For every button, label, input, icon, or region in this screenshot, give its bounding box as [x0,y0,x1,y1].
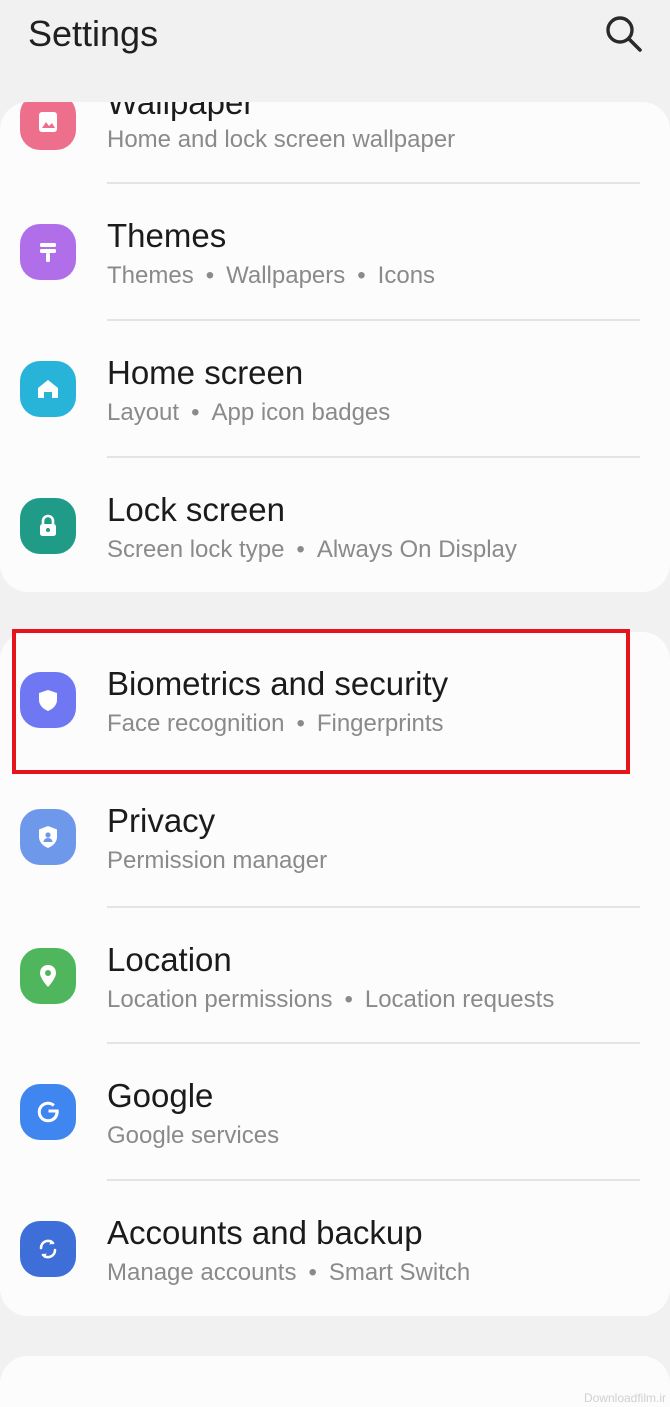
page-title: Settings [28,13,159,54]
subtitle-part: Google services [107,1122,280,1149]
themes-icon [20,224,76,280]
app-header: Settings [0,0,670,100]
setting-label: Google [107,1077,214,1114]
subtitle-part: App icon badges [211,399,391,426]
setting-item-biometrics[interactable]: Biometrics and security Face recognition… [0,632,670,768]
subtitle-part: Location permissions [107,986,333,1013]
separator-dot: • [357,262,366,289]
settings-group-next [0,1356,670,1407]
separator-dot: • [205,262,215,289]
setting-subtitle: Face recognition • Fingerprints [107,709,444,739]
setting-item-location[interactable]: Location Location permissions • Location r… [0,908,670,1044]
separator-dot: • [344,986,353,1013]
setting-label: Lock screen [107,491,285,528]
separator-dot: • [296,710,305,737]
subtitle-part: Screen lock type [107,536,285,563]
setting-item-wallpaper[interactable]: Wallpaper Home and lock screen wallpaper [0,102,670,190]
setting-label: Themes [107,217,227,254]
home-icon [20,361,76,417]
setting-item-privacy[interactable]: Privacy Permission manager [0,769,670,905]
privacy-icon [20,809,76,865]
watermark: Downloadfilm.ir [583,1391,666,1405]
setting-label: Wallpaper [107,102,255,121]
setting-subtitle: Layout • App icon badges [107,398,390,428]
subtitle-part: Manage accounts [107,1259,297,1286]
setting-subtitle: Themes • Wallpapers • Icons [107,261,435,291]
setting-item-lock-screen[interactable]: Lock screen Screen lock type • Always On D… [0,458,670,592]
search-button[interactable] [602,12,646,56]
shield-icon [20,672,76,728]
separator-dot: • [191,399,200,426]
subtitle-part: Home and lock screen wallpaper [107,126,456,153]
setting-label: Accounts and backup [107,1214,423,1251]
google-icon [20,1084,76,1140]
setting-subtitle: Home and lock screen wallpaper [107,125,455,155]
subtitle-part: Location requests [364,986,555,1013]
setting-subtitle: Screen lock type • Always On Display [107,535,517,565]
setting-subtitle: Permission manager [107,846,327,876]
wallpaper-icon [20,102,76,150]
setting-subtitle: Manage accounts • Smart Switch [107,1258,470,1288]
setting-label: Home screen [107,354,304,391]
subtitle-part: Always On Display [316,536,517,563]
separator-dot: • [308,1259,317,1286]
sync-icon [20,1221,76,1277]
subtitle-part: Layout [107,399,180,426]
setting-item-themes[interactable]: Themes Themes • Wallpapers • Icons [0,184,670,320]
setting-item-google[interactable]: Google Google services [0,1044,670,1180]
settings-group-display: Wallpaper Home and lock screen wallpaper… [0,102,670,592]
setting-label: Location [107,941,232,978]
subtitle-part: Icons [377,262,436,289]
subtitle-part: Wallpapers [226,262,346,289]
separator-dot: • [296,536,305,563]
subtitle-part: Themes [107,262,194,289]
setting-item-home-screen[interactable]: Home screen Layout • App icon badges [0,321,670,457]
subtitle-part: Fingerprints [316,710,444,737]
settings-group-security: Biometrics and security Face recognition… [0,632,670,1316]
subtitle-part: Smart Switch [328,1259,471,1286]
subtitle-part: Face recognition [107,710,285,737]
location-pin-icon [20,948,76,1004]
lock-icon [20,498,76,554]
setting-item-accounts[interactable]: Accounts and backup Manage accounts • Smar… [0,1181,670,1316]
settings-screen: Settings Wallpaper Home and lock screen … [0,0,670,1407]
setting-subtitle: Google services [107,1121,279,1151]
setting-label: Biometrics and security [107,665,449,702]
search-icon [606,16,642,52]
subtitle-part: Permission manager [107,847,328,874]
setting-label: Privacy [107,802,216,839]
setting-subtitle: Location permissions • Location requests [107,985,554,1015]
